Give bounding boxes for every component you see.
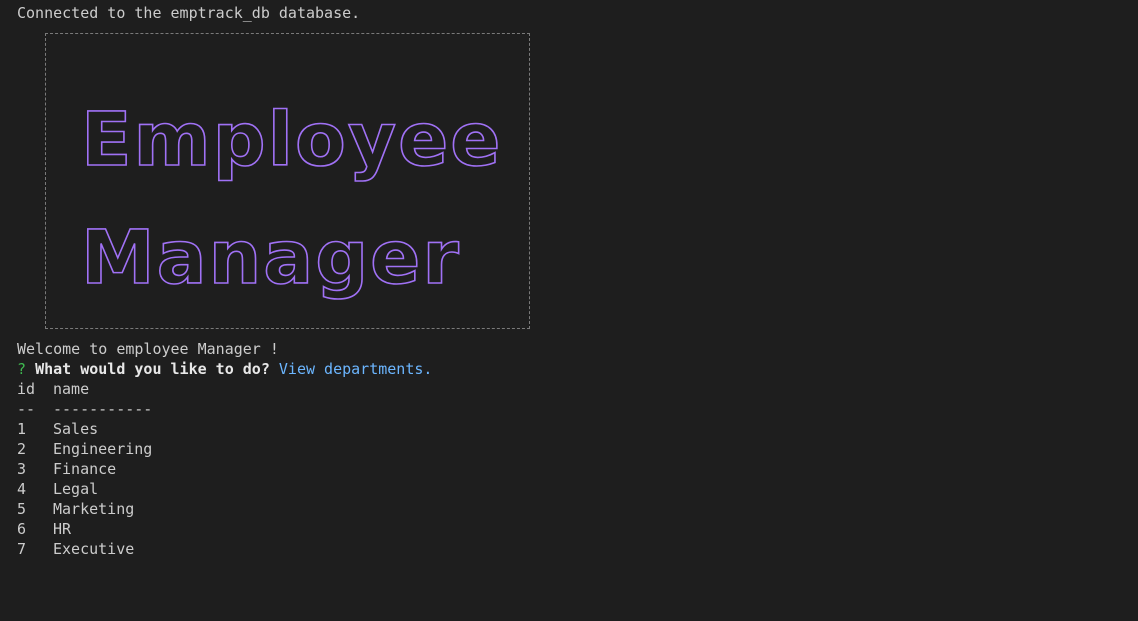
table-separator-name: ----------- — [53, 400, 153, 418]
banner-title-line1: Employee — [81, 97, 502, 183]
row-id: 1 — [17, 420, 27, 438]
table-header-name: name — [53, 380, 90, 398]
row-name: HR — [53, 520, 72, 538]
table-separator-id: -- — [17, 400, 36, 418]
table-row: 7 Executive — [17, 539, 1138, 559]
table-row: 6 HR — [17, 519, 1138, 539]
table-separator-row: -- ----------- — [17, 399, 1138, 419]
row-id: 2 — [17, 440, 27, 458]
prompt-answer: View departments. — [278, 360, 433, 378]
table-row: 1 Sales — [17, 419, 1138, 439]
welcome-message: Welcome to employee Manager ! — [17, 340, 279, 358]
prompt-question: What would you like to do? — [35, 360, 270, 378]
row-name: Sales — [53, 420, 99, 438]
table-header-row: id name — [17, 379, 1138, 399]
banner-art: Employee Manager — [80, 96, 502, 302]
row-id: 7 — [17, 540, 27, 558]
table-header-id: id — [17, 380, 36, 398]
table-row: 4 Legal — [17, 479, 1138, 499]
table-row: 2 Engineering — [17, 439, 1138, 459]
prompt-marker: ? — [17, 360, 27, 378]
prompt-line: ? What would you like to do? View depart… — [17, 359, 1138, 379]
row-name: Executive — [53, 540, 135, 558]
row-id: 3 — [17, 460, 27, 478]
row-name: Finance — [53, 460, 117, 478]
table-row: 5 Marketing — [17, 499, 1138, 519]
row-id: 5 — [17, 500, 27, 518]
connection-status: Connected to the emptrack_db database. — [17, 4, 361, 22]
terminal-window[interactable]: Connected to the emptrack_db database. E… — [0, 0, 1138, 621]
row-name: Legal — [53, 480, 99, 498]
row-name: Engineering — [53, 440, 153, 458]
banner-title-line2: Manager — [81, 215, 461, 301]
row-id: 6 — [17, 520, 27, 538]
ascii-banner: Employee Manager — [45, 33, 530, 329]
table-row: 3 Finance — [17, 459, 1138, 479]
row-name: Marketing — [53, 500, 135, 518]
row-id: 4 — [17, 480, 27, 498]
